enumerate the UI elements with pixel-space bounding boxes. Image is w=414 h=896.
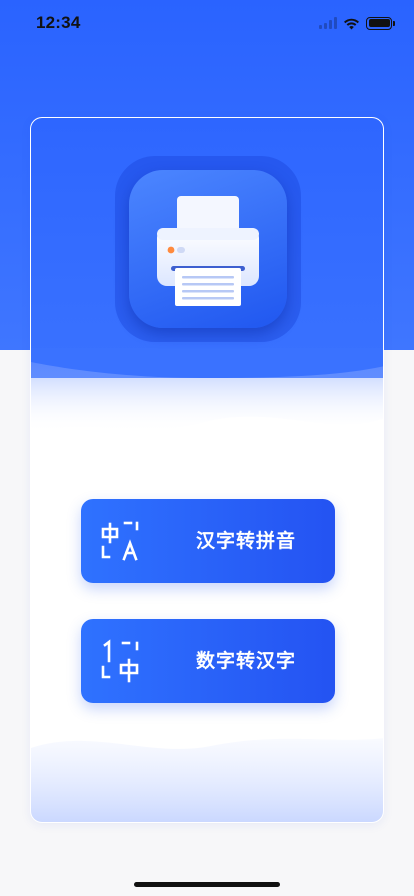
number-to-chinese-icon — [101, 639, 139, 683]
battery-icon — [366, 16, 395, 30]
number-to-chinese-button[interactable]: 数字转汉字 — [81, 619, 335, 703]
chinese-to-pinyin-button[interactable]: 汉字转拼音 — [81, 499, 335, 583]
signal-icon — [319, 17, 337, 29]
chinese-to-pinyin-icon — [101, 521, 139, 561]
home-indicator[interactable] — [134, 882, 280, 887]
footer-wave — [31, 738, 383, 822]
main-card: 汉字转拼音 数字转汉字 — [30, 117, 384, 823]
status-icons — [319, 14, 395, 32]
printer-icon — [157, 196, 259, 306]
wifi-icon — [344, 18, 359, 29]
status-bar: 12:34 — [0, 0, 414, 46]
app-logo-container — [115, 156, 301, 342]
chinese-to-pinyin-label: 汉字转拼音 — [196, 530, 297, 552]
number-to-chinese-label: 数字转汉字 — [196, 650, 297, 672]
status-time: 12:34 — [36, 13, 81, 32]
app-logo-tile — [129, 170, 287, 328]
